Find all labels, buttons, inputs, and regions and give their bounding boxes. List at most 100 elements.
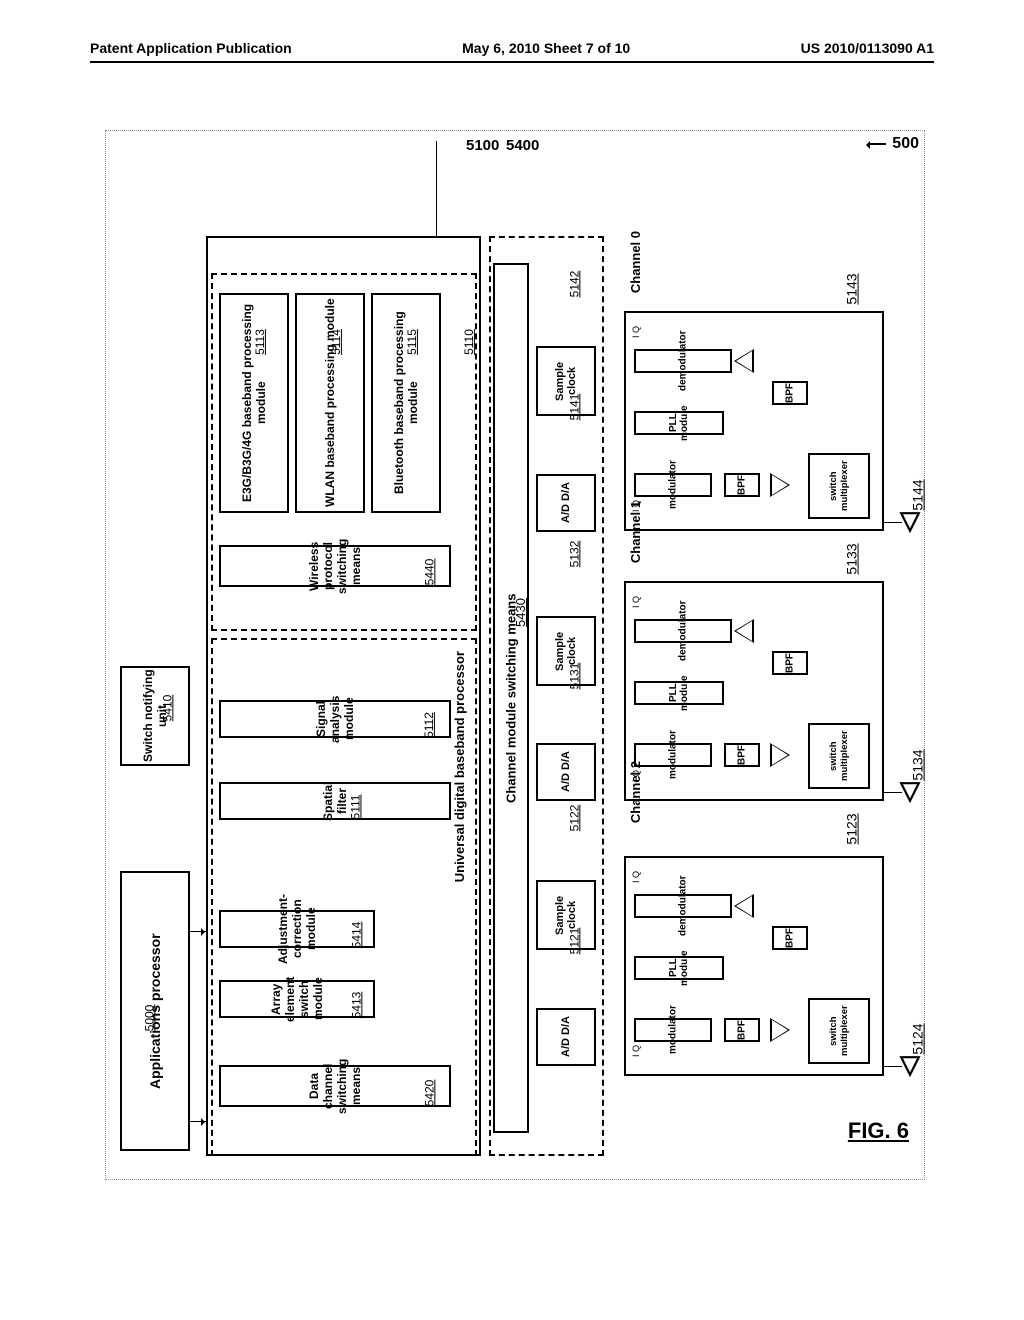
adc-da-block-ch1: A/D D/A — [536, 743, 596, 801]
ref-5141: 5141 — [567, 394, 581, 421]
antenna-icon — [899, 1055, 921, 1077]
demodulator-block: demodulator — [634, 894, 732, 918]
ref-5121: 5121 — [567, 928, 581, 955]
sclk-label: Sample clock — [538, 882, 594, 948]
modulator-block: modulator — [634, 473, 712, 497]
figure-label: FIG. 6 — [848, 1118, 909, 1144]
iq-label: I Q — [631, 326, 641, 338]
adc-label: A/D D/A — [538, 1010, 594, 1064]
channel-module-switching-block: Channel module switching means — [493, 263, 529, 1133]
e3g-baseband-block: E3G/B3G/4G baseband processing module — [219, 293, 289, 513]
demodulator-label: demodulator — [636, 621, 730, 641]
swmux-label: switch multiplexer — [810, 725, 868, 787]
iq-label: I Q — [631, 596, 641, 608]
bpf-rx-block: BPF — [772, 381, 808, 405]
wlan-baseband-label: WLAN baseband processing module — [297, 295, 363, 511]
rf-channel-0-block: modulator PLL module demodulator BPF BPF… — [624, 311, 884, 531]
ref-5440: 5440 — [422, 559, 436, 586]
bpf-tx-block: BPF — [724, 743, 760, 767]
demodulator-block: demodulator — [634, 349, 732, 373]
wireless-protocol-switching-block: Wireless protocol switching means — [219, 545, 451, 587]
pll-block: PLL module — [634, 411, 724, 435]
signal-line-icon — [884, 792, 902, 793]
header-right: US 2010/0113090 A1 — [801, 40, 934, 56]
header-left: Patent Application Publication — [90, 40, 292, 56]
bpf-tx-block: BPF — [724, 1018, 760, 1042]
iq-label: I Q — [631, 1045, 641, 1057]
channel-0-label: Channel 0 — [628, 231, 643, 293]
lna-icon — [734, 619, 754, 643]
demodulator-label: demodulator — [636, 351, 730, 371]
sclk-label: Sample clock — [538, 348, 594, 414]
ref-5132: 5132 — [567, 541, 581, 568]
power-amplifier-icon — [770, 743, 790, 767]
modulator-label: modulator — [636, 475, 710, 495]
bluetooth-baseband-block: Bluetooth baseband processing module — [371, 293, 441, 513]
ref-5142: 5142 — [567, 271, 581, 298]
pll-label: PLL module — [636, 413, 722, 433]
universal-baseband-block: Data channel switching means 5420 Array … — [206, 236, 481, 1156]
bluetooth-baseband-label: Bluetooth baseband processing module — [373, 295, 439, 511]
ref-5143: 5143 — [844, 273, 860, 304]
antenna-icon — [899, 511, 921, 533]
switch-multiplexer-block: switch multiplexer — [808, 453, 870, 519]
ref-5000: 5000 — [142, 1005, 156, 1032]
pll-block: PLL module — [634, 956, 724, 980]
switching-means-group: Channel module switching means A/D D/A S… — [489, 236, 604, 1156]
ref-5100: 5100 — [466, 137, 499, 154]
ref-5110: 5110 — [462, 329, 476, 355]
modulator-block: modulator — [634, 1018, 712, 1042]
power-amplifier-icon — [770, 1018, 790, 1042]
adc-label: A/D D/A — [538, 745, 594, 799]
modulator-block: modulator — [634, 743, 712, 767]
bpf-label: BPF — [774, 928, 806, 948]
switch-multiplexer-block: switch multiplexer — [808, 998, 870, 1064]
ref-5131: 5131 — [567, 663, 581, 690]
ref-5133: 5133 — [844, 543, 860, 574]
ref-5414: 5414 — [349, 922, 363, 949]
ref-5400: 5400 — [506, 137, 539, 154]
page-header: Patent Application Publication May 6, 20… — [0, 0, 1024, 61]
sample-clock-block-ch1: Sample clock — [536, 616, 596, 686]
sclk-label: Sample clock — [538, 618, 594, 684]
data-channel-switching-block: Data channel switching means — [219, 1065, 451, 1107]
ref-5430: 5430 — [513, 598, 528, 627]
signal-analysis-label: Signal analysis module — [221, 702, 449, 736]
ref-5112: 5112 — [422, 712, 436, 738]
ref-5410: 5410 — [160, 695, 174, 722]
sample-clock-block-ch2: Sample clock — [536, 880, 596, 950]
bpf-tx-block: BPF — [724, 473, 760, 497]
switch-notifying-unit-label: Switch notifying unit — [122, 668, 188, 764]
lna-icon — [734, 349, 754, 373]
signal-line-icon — [884, 522, 902, 523]
ref-5115: 5115 — [405, 329, 419, 355]
demodulator-block: demodulator — [634, 619, 732, 643]
header-center: May 6, 2010 Sheet 7 of 10 — [462, 40, 630, 56]
swmux-label: switch multiplexer — [810, 1000, 868, 1062]
smart-antenna-group: Data channel switching means 5420 Array … — [211, 638, 477, 1156]
bpf-label: BPF — [726, 475, 758, 495]
modulator-label: modulator — [636, 745, 710, 765]
antenna-icon — [899, 781, 921, 803]
adc-label: A/D D/A — [538, 476, 594, 530]
rf-channel-2-block: modulator PLL module demodulator BPF BPF… — [624, 856, 884, 1076]
swmux-label: switch multiplexer — [810, 455, 868, 517]
ref-5134: 5134 — [910, 749, 926, 780]
wlan-baseband-block: WLAN baseband processing module — [295, 293, 365, 513]
ref-5114: 5114 — [329, 329, 343, 355]
lead-arrow-icon — [868, 143, 886, 145]
universal-baseband-label: Universal digital baseband processor — [452, 651, 467, 882]
data-channel-switching-label: Data channel switching means — [221, 1067, 449, 1105]
ref-5420: 5420 — [422, 1080, 436, 1107]
e3g-baseband-label: E3G/B3G/4G baseband processing module — [221, 295, 287, 511]
rf-channel-1-block: modulator PLL module demodulator BPF BPF… — [624, 581, 884, 801]
signal-line-icon — [190, 931, 208, 932]
iq-label: I Q — [631, 500, 641, 512]
wireless-protocol-group: Wireless protocol switching means 5440 E… — [211, 273, 477, 631]
ref-5123: 5123 — [844, 813, 860, 844]
pll-label: PLL module — [636, 958, 722, 978]
page: Patent Application Publication May 6, 20… — [0, 0, 1024, 1320]
adc-da-block-ch2: A/D D/A — [536, 1008, 596, 1066]
ref-5144: 5144 — [910, 479, 926, 510]
bpf-label: BPF — [774, 383, 806, 403]
